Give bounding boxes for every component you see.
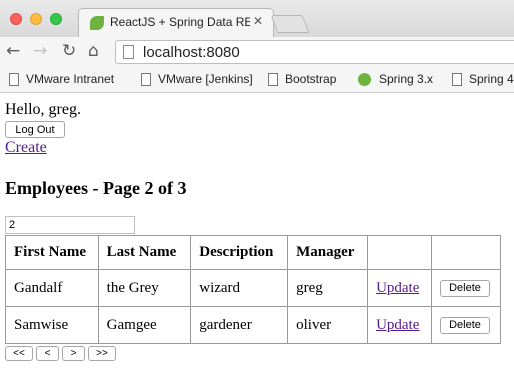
forward-arrow-icon[interactable]: →: [33, 41, 47, 61]
page-size-input[interactable]: 2: [5, 216, 135, 234]
cell-delete: Delete: [431, 269, 501, 307]
delete-button[interactable]: Delete: [440, 280, 490, 297]
tab-title: ReactJS + Spring Data RE: [110, 15, 250, 29]
column-header-update: [367, 235, 432, 270]
bookmark-label: Spring 4: [469, 72, 514, 86]
page-icon: [452, 73, 462, 86]
column-header-first-name: First Name: [5, 235, 99, 270]
cell-manager: greg: [287, 269, 369, 307]
page-title: Employees - Page 2 of 3: [5, 178, 187, 198]
spring-icon: [358, 73, 371, 86]
update-link[interactable]: Update: [376, 317, 419, 333]
spring-leaf-icon: [90, 16, 104, 30]
cell-first-name: Samwise: [5, 306, 99, 344]
tab-close-icon[interactable]: ✕: [253, 14, 263, 28]
cell-last-name: the Grey: [97, 269, 192, 307]
column-header-last-name: Last Name: [97, 235, 192, 270]
zoom-window-button[interactable]: [50, 13, 62, 25]
cell-delete: Delete: [431, 306, 501, 344]
browser-toolbar: ← → ↻ ⌂ localhost:8080: [0, 37, 514, 67]
cell-update: Update: [367, 269, 432, 307]
page-icon: [268, 73, 278, 86]
page-icon: [9, 73, 19, 86]
address-bar-url: localhost:8080: [143, 44, 240, 61]
cell-first-name: Gandalf: [5, 269, 99, 307]
create-link[interactable]: Create: [5, 139, 47, 157]
bookmark-label: Bootstrap: [285, 72, 337, 86]
home-icon[interactable]: ⌂: [88, 41, 99, 61]
cell-update: Update: [367, 306, 432, 344]
next-page-button[interactable]: >: [62, 346, 85, 361]
bookmarks-bar: VMware Intranet VMware [Jenkins] Bootstr…: [0, 67, 514, 93]
employee-table: First Name Last Name Description Manager…: [5, 235, 501, 344]
reload-icon[interactable]: ↻: [62, 41, 76, 61]
greeting-text: Hello, greg.: [5, 101, 81, 118]
table-row: Gandalf the Grey wizard greg Update Dele…: [5, 269, 501, 307]
browser-tab-active[interactable]: ReactJS + Spring Data RE ✕: [78, 8, 274, 37]
cell-description: gardener: [190, 306, 289, 344]
page-icon: [141, 73, 151, 86]
table-header-row: First Name Last Name Description Manager: [5, 235, 501, 270]
minimize-window-button[interactable]: [30, 13, 42, 25]
page-content: Hello, greg. Log Out Create Employees - …: [0, 94, 514, 372]
previous-page-button[interactable]: <: [36, 346, 59, 361]
update-link[interactable]: Update: [376, 280, 419, 296]
bookmark-label: Spring 3.x: [379, 72, 434, 86]
last-page-button[interactable]: >>: [88, 346, 116, 361]
column-header-description: Description: [190, 235, 289, 270]
close-window-button[interactable]: [10, 13, 22, 25]
address-bar[interactable]: localhost:8080: [115, 40, 514, 64]
bookmark-label: VMware [Jenkins]: [158, 72, 253, 86]
page-icon: [123, 45, 134, 59]
table-row: Samwise Gamgee gardener oliver Update De…: [5, 306, 501, 344]
cell-manager: oliver: [287, 306, 369, 344]
delete-button[interactable]: Delete: [440, 317, 490, 334]
column-header-delete: [431, 235, 501, 270]
back-arrow-icon[interactable]: ←: [6, 41, 20, 61]
cell-last-name: Gamgee: [97, 306, 192, 344]
logout-button[interactable]: Log Out: [5, 121, 65, 138]
first-page-button[interactable]: <<: [5, 346, 33, 361]
new-tab-button[interactable]: [270, 15, 310, 33]
column-header-manager: Manager: [287, 235, 369, 270]
bookmark-label: VMware Intranet: [26, 72, 115, 86]
browser-titlebar: ReactJS + Spring Data RE ✕: [0, 0, 514, 37]
cell-description: wizard: [190, 269, 289, 307]
